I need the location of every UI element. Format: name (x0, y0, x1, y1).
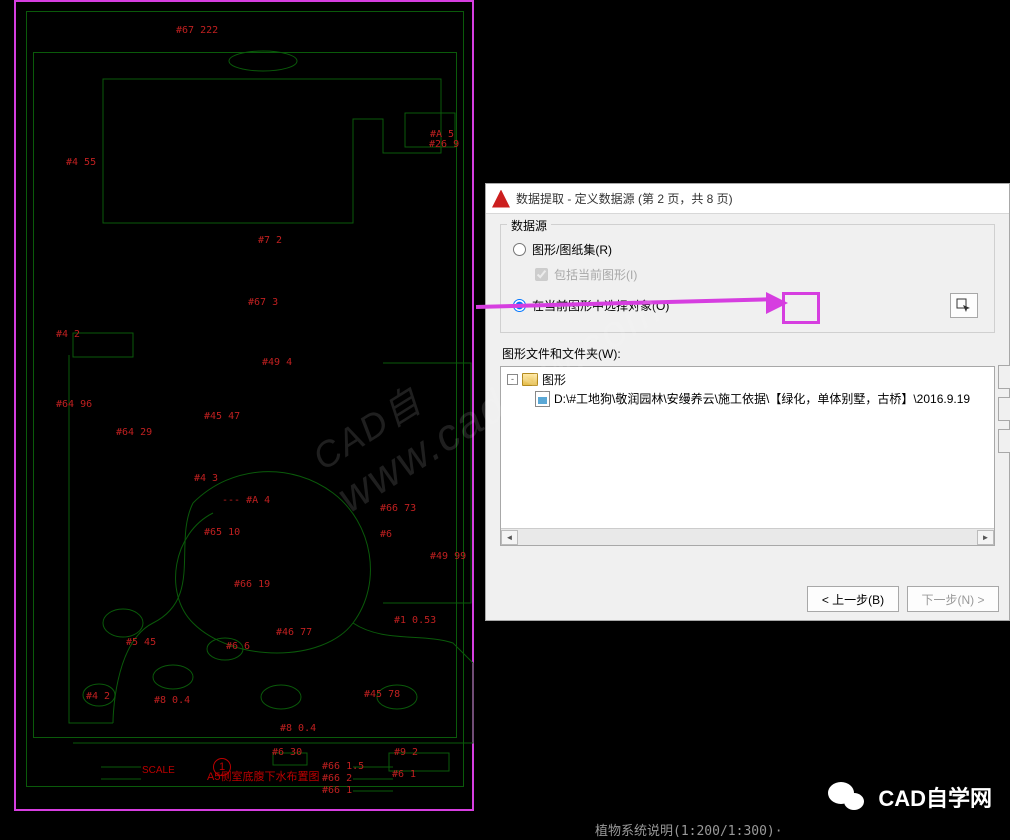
radio-drawing-set-input[interactable] (513, 243, 526, 256)
cad-text-label: #6 6 (226, 641, 250, 652)
ratio-hint: 植物系统说明(1:200/1:300)· (595, 820, 783, 839)
cad-text-label: #66 73 (380, 503, 416, 514)
wechat-icon (828, 780, 868, 814)
side-button-strip (998, 365, 1010, 453)
cad-text-label: #66 19 (234, 579, 270, 590)
cad-text-label: #6 (380, 529, 392, 540)
cad-text-label: #26 9 (429, 139, 459, 150)
tree-item[interactable]: D:\#工地狗\敬润园林\安缦养云\施工依据\【绿化，单体别墅，古桥】\2016… (535, 390, 988, 407)
cad-text-label: #45 47 (204, 411, 240, 422)
folder-icon (522, 373, 538, 386)
cad-text-label: #46 77 (276, 627, 312, 638)
dialog-titlebar[interactable]: 数据提取 - 定义数据源 (第 2 页，共 8 页) (486, 184, 1009, 214)
pick-objects-button[interactable] (950, 293, 978, 318)
cad-text-label: #67 222 (176, 25, 218, 36)
data-extraction-dialog: 数据提取 - 定义数据源 (第 2 页，共 8 页) 数据源 图形/图纸集(R)… (485, 183, 1010, 621)
cad-text-label: #49 99 (430, 551, 466, 562)
dwg-file-icon (535, 391, 550, 407)
cad-text-label: #9 2 (394, 747, 418, 758)
tree-item-path: D:\#工地狗\敬润园林\安缦养云\施工依据\【绿化，单体别墅，古桥】\2016… (554, 390, 970, 407)
side-button-2[interactable] (998, 397, 1010, 421)
radio-drawing-set-label: 图形/图纸集(R) (532, 241, 612, 258)
cad-text-label: #45 78 (364, 689, 400, 700)
cad-text-label: --- #A 4 (222, 495, 270, 506)
cad-text-label: #66 2 (322, 773, 352, 784)
cad-text-label: #66 1 (322, 785, 352, 796)
horizontal-scrollbar[interactable]: ◄ ► (501, 528, 994, 545)
scroll-right-icon[interactable]: ► (977, 530, 994, 545)
brand-footer: CAD自学网 (828, 780, 992, 814)
cad-text-label: #4 2 (86, 691, 110, 702)
check-include-current-input (535, 268, 548, 281)
cad-text-label: #65 10 (204, 527, 240, 538)
dialog-title-text: 数据提取 - 定义数据源 (第 2 页，共 8 页) (516, 190, 733, 207)
cad-text-label: #49 4 (262, 357, 292, 368)
tree-collapse-icon[interactable]: - (507, 374, 518, 385)
radio-drawing-set[interactable]: 图形/图纸集(R) (513, 241, 982, 258)
cad-text-label: #64 96 (56, 399, 92, 410)
group-legend: 数据源 (507, 217, 551, 234)
cad-text-label: #6 1 (392, 769, 416, 780)
scroll-left-icon[interactable]: ◄ (501, 530, 518, 545)
brand-text: CAD自学网 (878, 781, 992, 813)
cad-text-label: #8 0.4 (154, 695, 190, 706)
tree-root[interactable]: - 图形 (507, 371, 988, 388)
datasource-group: 数据源 图形/图纸集(R) 包括当前图形(I) 在当前图形中选择对象(O) (500, 224, 995, 333)
autocad-icon (492, 190, 510, 208)
tree-root-label: 图形 (542, 371, 566, 388)
cad-text-label: #4 2 (56, 329, 80, 340)
side-button-1[interactable] (998, 365, 1010, 389)
cad-text-label: #4 55 (66, 157, 96, 168)
cad-text-label: #64 29 (116, 427, 152, 438)
back-button[interactable]: < 上一步(B) (807, 586, 899, 612)
dialog-footer: < 上一步(B) 下一步(N) > (807, 586, 999, 612)
cad-text-label: #66 1.5 (322, 761, 364, 772)
files-label: 图形文件和文件夹(W): (502, 345, 993, 362)
cad-text-label: #6 30 (272, 747, 302, 758)
cad-text-label: #5 45 (126, 637, 156, 648)
file-tree[interactable]: - 图形 D:\#工地狗\敬润园林\安缦养云\施工依据\【绿化，单体别墅，古桥】… (500, 366, 995, 546)
cad-text-label: #4 3 (194, 473, 218, 484)
cad-text-label: #1 0.53 (394, 615, 436, 626)
cad-text-label: #7 2 (258, 235, 282, 246)
check-include-current-label: 包括当前图形(I) (554, 266, 637, 283)
annotation-arrow-head (766, 292, 788, 314)
check-include-current: 包括当前图形(I) (535, 266, 982, 283)
next-button: 下一步(N) > (907, 586, 999, 612)
side-button-3[interactable] (998, 429, 1010, 453)
pick-cursor-icon (956, 298, 972, 314)
cad-text-label: #8 0.4 (280, 723, 316, 734)
cad-text-label: #67 3 (248, 297, 278, 308)
